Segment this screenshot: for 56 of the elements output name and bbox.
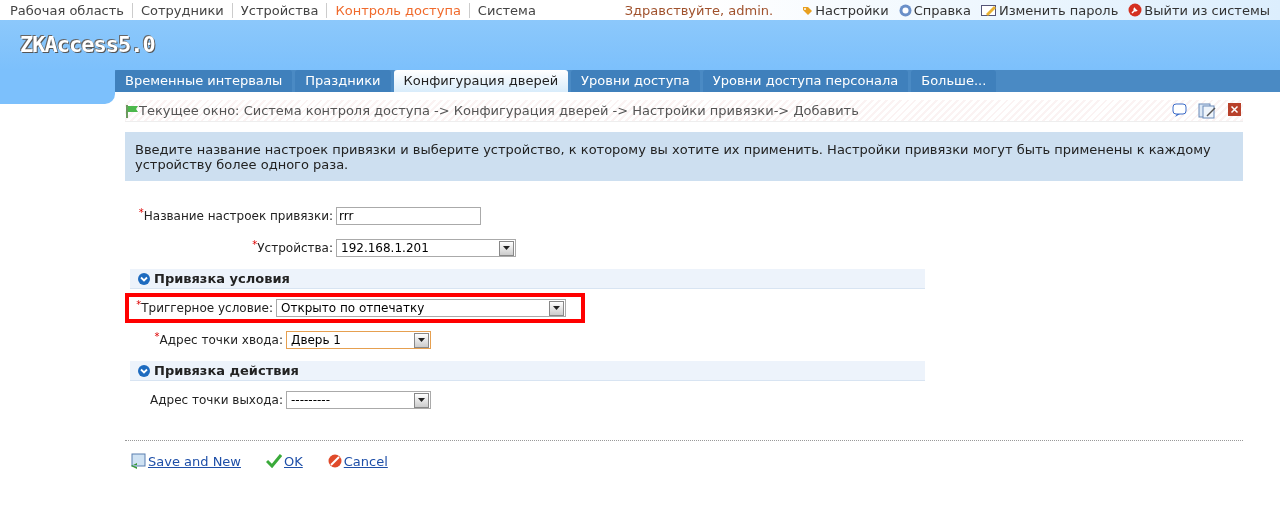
field-label: Адрес точки выхода:	[150, 392, 283, 408]
tab[interactable]: Конфигурация дверей	[393, 70, 569, 92]
save-icon	[130, 453, 146, 469]
select-field[interactable]: Открыто по отпечатку	[276, 299, 566, 317]
required-mark: *	[138, 208, 144, 218]
flag-icon	[125, 103, 139, 118]
action-link[interactable]: Save and New	[130, 453, 241, 469]
cancel-icon	[327, 454, 342, 468]
name-field[interactable]: rrr	[336, 207, 481, 225]
required-mark: *	[252, 240, 258, 250]
logo: ZKAccess5.0	[20, 32, 155, 57]
documents-icon[interactable]	[1198, 102, 1218, 119]
pencil-card-icon	[980, 3, 997, 17]
caret-icon	[549, 300, 564, 316]
tab[interactable]: Праздники	[295, 70, 391, 92]
nav-item[interactable]: Сотрудники	[132, 2, 232, 18]
tab[interactable]: Уровни доступа	[571, 70, 700, 92]
caret-icon	[414, 332, 429, 348]
breadcrumb: Текущее окно: Система контроля доступа -> Конфигурация дверей -> Настройки привязки-> Добавить	[139, 103, 859, 118]
section-header[interactable]: Привязка действия	[130, 361, 925, 381]
tab[interactable]: Уровни доступа персонала	[702, 70, 909, 92]
section-title: Привязка условия	[154, 271, 290, 286]
key-icon	[1128, 3, 1143, 17]
field-label: Триггерное условие:	[141, 301, 273, 316]
select-field[interactable]: 192.168.1.201	[336, 239, 516, 257]
nav-item[interactable]: Система	[468, 2, 544, 18]
header-link[interactable]: Изменить пароль	[980, 2, 1119, 18]
header-link[interactable]: Справка	[898, 2, 971, 18]
action-link[interactable]: OK	[266, 453, 303, 469]
greeting: Здравствуйте, admin.	[624, 2, 774, 18]
nav-item[interactable]: Рабочая область	[10, 2, 132, 18]
tab[interactable]: Больше...	[911, 70, 997, 92]
caret-icon	[414, 392, 429, 408]
check-icon	[266, 454, 282, 468]
select-field[interactable]: ---------	[286, 391, 431, 409]
chevron-down-icon	[138, 272, 150, 285]
chevron-down-icon	[138, 364, 150, 377]
required-mark: *	[154, 332, 160, 342]
field-label: Адрес точки хвода:	[159, 332, 283, 348]
header-link[interactable]: Настройки	[801, 2, 889, 18]
help-icon	[898, 3, 912, 17]
close-icon[interactable]	[1228, 102, 1241, 116]
section-header[interactable]: Привязка условия	[130, 269, 925, 289]
tab[interactable]: Временные интервалы	[115, 70, 293, 92]
tag-icon	[801, 4, 814, 16]
header-link[interactable]: Выйти из системы	[1128, 2, 1270, 18]
field-label: Название настроек привязки:	[143, 209, 333, 224]
action-link[interactable]: Cancel	[327, 453, 388, 469]
select-field[interactable]: Дверь 1	[286, 331, 431, 349]
caret-icon	[499, 240, 514, 256]
required-mark: *	[136, 300, 142, 310]
section-title: Привязка действия	[154, 363, 299, 378]
nav-item[interactable]: Устройства	[231, 2, 327, 18]
info-message: Введите название настроек привязки и выберите устройство, к которому вы хотите их применить. Настройки привязки могут быть применены к каждому устройству более одного раза.	[125, 132, 1243, 181]
help-icon[interactable]	[1172, 102, 1188, 117]
field-label: Устройства:	[257, 241, 333, 256]
